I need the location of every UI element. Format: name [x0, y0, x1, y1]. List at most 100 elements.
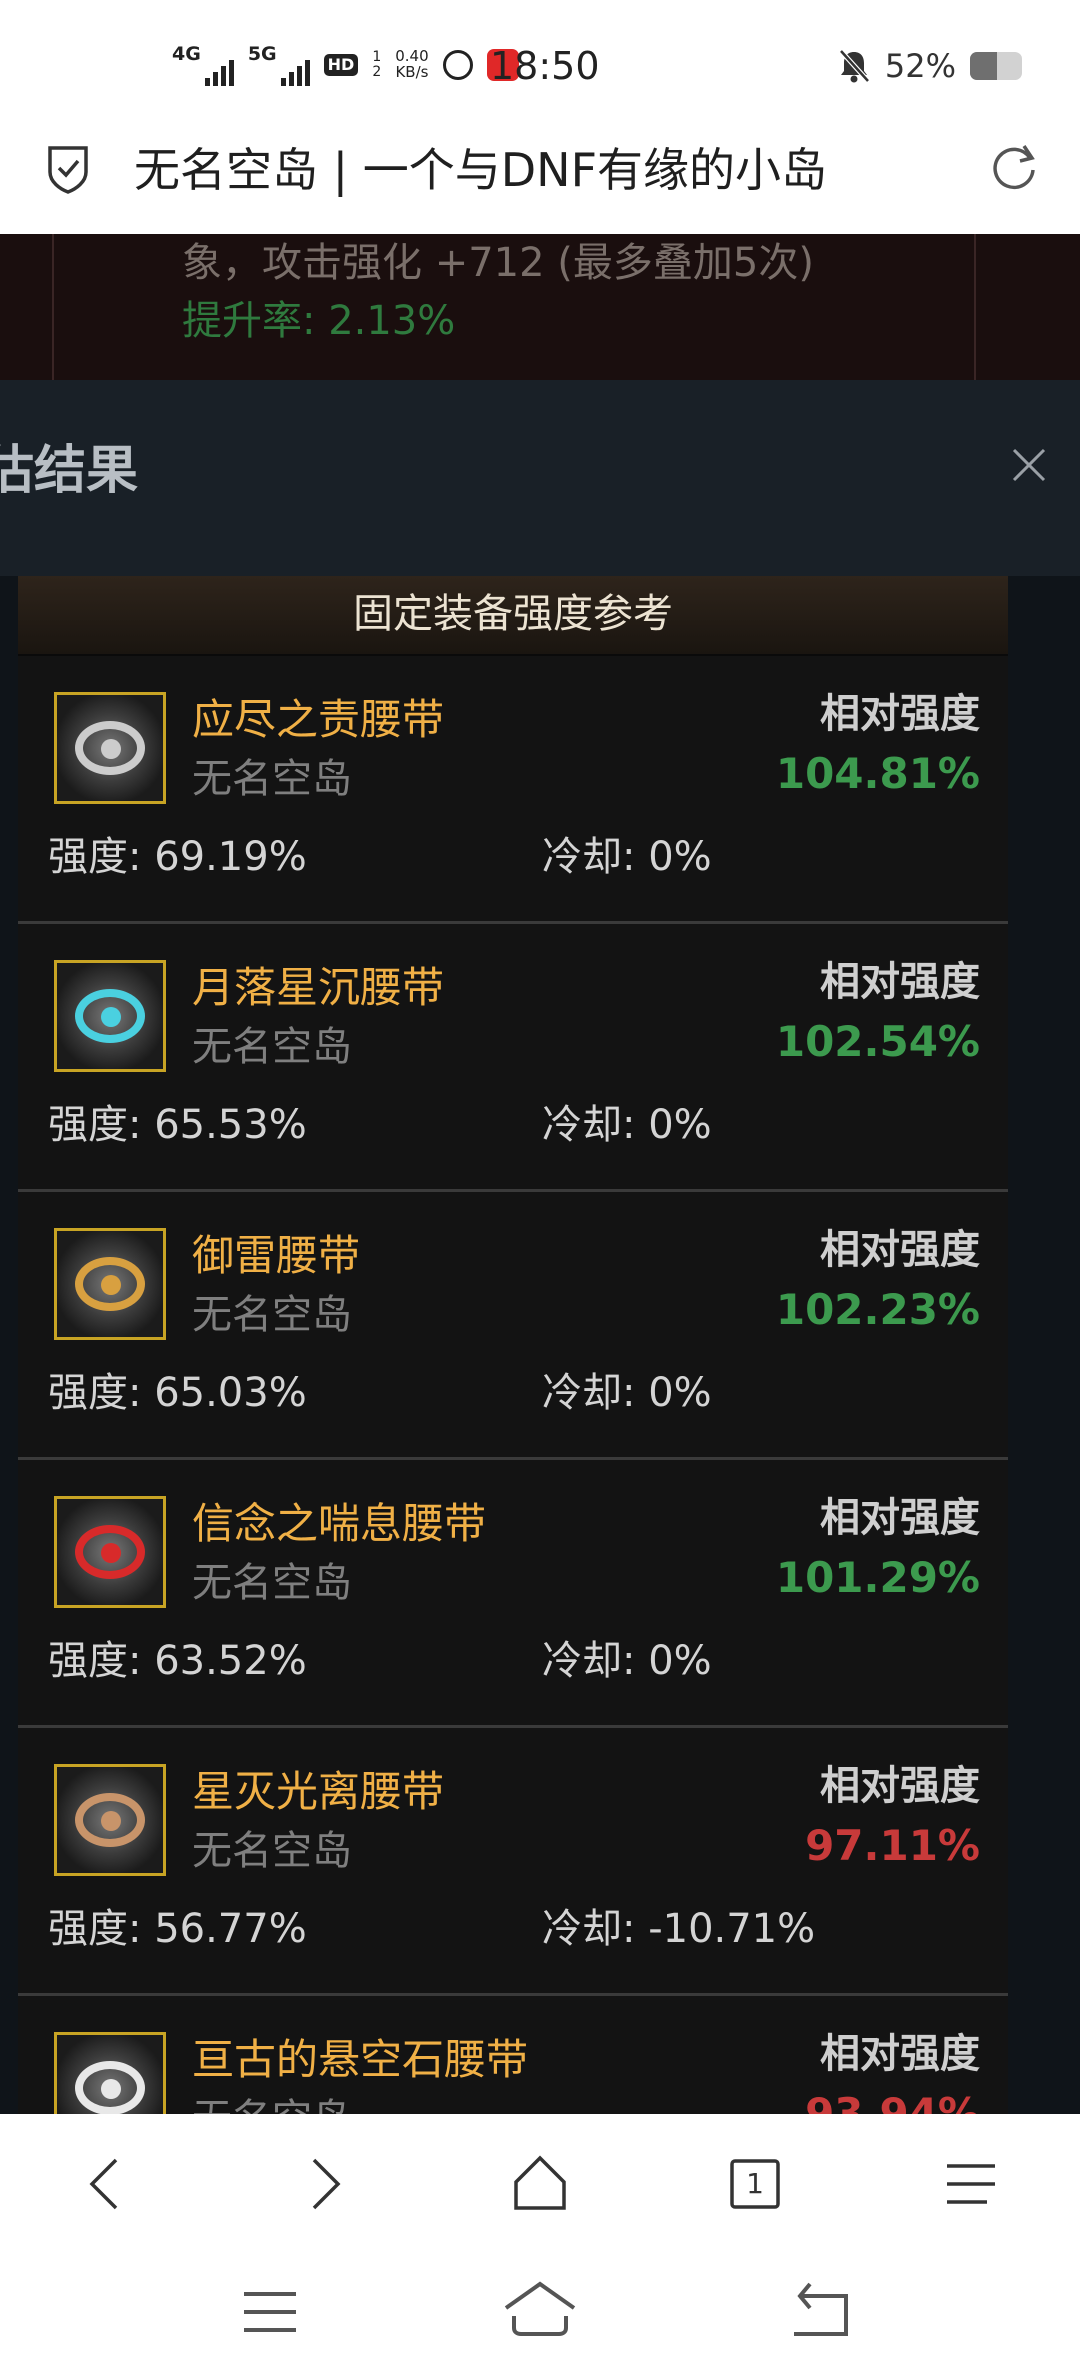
- relative-strength-value: 102.23%: [775, 1285, 980, 1334]
- item-name: 月落星沉腰带: [192, 963, 445, 1012]
- close-icon[interactable]: [1010, 446, 1048, 484]
- item-row[interactable]: 月落星沉腰带 无名空岛 相对强度 102.54% 强度: 65.53% 冷却: 0%: [18, 924, 1008, 1192]
- hd-sim2: 2: [372, 64, 382, 80]
- shield-check-icon[interactable]: [46, 142, 90, 196]
- home-icon: [514, 2155, 566, 2210]
- item-source: 无名空岛: [192, 1828, 352, 1874]
- network-speed: 0.40 KB/s: [395, 48, 429, 81]
- item-source: 无名空岛: [192, 756, 352, 802]
- nav-home-icon: [504, 2281, 576, 2336]
- item-row[interactable]: 亘古的悬空石腰带无名空岛 相对强度 93.94%: [18, 1996, 1008, 2114]
- panel-header: 固定装备强度参考: [18, 576, 1008, 656]
- item-strength: 强度: 63.52%: [48, 1638, 307, 1684]
- signal-4g: 4G: [172, 42, 234, 86]
- item-cooldown: 冷却: 0%: [542, 1370, 712, 1416]
- app-notification-icon: [442, 50, 473, 80]
- status-right-group: 52%: [837, 42, 1022, 90]
- item-source: 无名空岛: [192, 2092, 352, 2114]
- signal-bars-icon: [204, 58, 234, 86]
- belt-gem-shape: [101, 1543, 121, 1563]
- forward-icon: [312, 2158, 341, 2210]
- background-item-panel: 象，攻击强化 +712 (最多叠加5次) 提升率: 2.13%: [0, 234, 1080, 380]
- item-source: 无名空岛: [192, 1292, 352, 1338]
- belt-item-icon: [54, 1764, 166, 1876]
- system-home-button[interactable]: [490, 2272, 590, 2352]
- relative-strength-value: 93.94%: [805, 2089, 980, 2114]
- belt-gem-shape: [101, 739, 121, 759]
- network-5g-label: 5G: [247, 42, 277, 65]
- relative-strength-label: 相对强度: [820, 1495, 980, 1541]
- item-strength: 强度: 65.03%: [48, 1370, 307, 1416]
- item-cooldown: 冷却: 0%: [542, 834, 712, 880]
- item-name: 应尽之责腰带: [192, 695, 445, 744]
- belt-gem-shape: [101, 1275, 121, 1295]
- belt-item-icon: [54, 1228, 166, 1340]
- status-time: 18:50: [490, 44, 600, 88]
- evaluation-modal: 估结果 固定装备强度参考 应尽之责腰带 无名空岛 相对强度 104.81% 强度: 69…: [0, 380, 1080, 2114]
- item-strength: 强度: 56.77%: [48, 1906, 307, 1952]
- item-row[interactable]: 应尽之责腰带 无名空岛 相对强度 104.81% 强度: 69.19% 冷却: 0%: [18, 656, 1008, 924]
- back-button[interactable]: [68, 2144, 148, 2224]
- signal-bars-icon: [280, 58, 310, 86]
- belt-item-icon: [54, 692, 166, 804]
- nav-back-icon: [794, 2282, 848, 2336]
- page-content: 象，攻击强化 +712 (最多叠加5次) 提升率: 2.13% 估结果 固定装备…: [0, 234, 1080, 2114]
- background-description: 象，攻击强化 +712 (最多叠加5次): [182, 240, 814, 286]
- forward-button[interactable]: [282, 2144, 362, 2224]
- item-source: 无名空岛: [192, 1024, 352, 1070]
- modal-title: 估结果: [0, 441, 139, 501]
- relative-strength-value: 97.11%: [805, 1821, 980, 1870]
- item-strength: 强度: 65.53%: [48, 1102, 307, 1148]
- signal-5g: 5G: [247, 42, 310, 86]
- hd-sim-numbers: 1 2: [372, 50, 381, 79]
- home-button[interactable]: [500, 2144, 580, 2224]
- battery-percent: 52%: [884, 47, 956, 85]
- relative-strength-label: 相对强度: [820, 1227, 980, 1273]
- network-4g-label: 4G: [172, 42, 201, 65]
- tabs-button[interactable]: 1: [715, 2144, 795, 2224]
- item-name: 御雷腰带: [192, 1231, 361, 1280]
- relative-strength-value: 102.54%: [775, 1017, 980, 1066]
- hd-sim1: 1: [372, 49, 382, 66]
- item-source: 无名空岛: [192, 1560, 352, 1606]
- item-cooldown: 冷却: -10.71%: [542, 1906, 816, 1952]
- background-increase-rate: 提升率: 2.13%: [182, 298, 456, 344]
- item-name: 星灭光离腰带: [192, 1767, 445, 1816]
- system-back-button[interactable]: [770, 2272, 870, 2352]
- item-row[interactable]: 星灭光离腰带 无名空岛 相对强度 97.11% 强度: 56.77% 冷却: -10.71…: [18, 1728, 1008, 1996]
- belt-gem-shape: [101, 1811, 121, 1831]
- relative-strength-value: 101.29%: [775, 1553, 980, 1602]
- item-cooldown: 冷却: 0%: [542, 1102, 712, 1148]
- belt-gem-shape: [101, 2079, 121, 2099]
- item-row[interactable]: 御雷腰带无名空岛 相对强度 102.23% 强度: 65.03% 冷却: 0%: [18, 1192, 1008, 1460]
- back-icon: [89, 2158, 118, 2210]
- belt-item-icon: [54, 2032, 166, 2114]
- modal-body: 固定装备强度参考 应尽之责腰带 无名空岛 相对强度 104.81% 强度: 69.19%…: [0, 576, 1080, 2114]
- equipment-reference-panel[interactable]: 固定装备强度参考 应尽之责腰带 无名空岛 相对强度 104.81% 强度: 69.19%…: [18, 576, 1008, 2114]
- belt-item-icon: [54, 1496, 166, 1608]
- belt-item-icon: [54, 960, 166, 1072]
- page-title[interactable]: 无名空岛 | 一个与DNF有缘的小岛: [134, 138, 827, 202]
- belt-gem-shape: [101, 1007, 121, 1027]
- tab-count: 1: [746, 2167, 764, 2200]
- refresh-icon[interactable]: [984, 138, 1044, 198]
- relative-strength-label: 相对强度: [820, 2031, 980, 2077]
- system-menu-button[interactable]: [220, 2272, 320, 2352]
- system-navigation-bar: [0, 2250, 1080, 2376]
- menu-icon: [947, 2164, 995, 2204]
- address-bar[interactable]: 无名空岛 | 一个与DNF有缘的小岛: [0, 120, 1080, 234]
- relative-strength-label: 相对强度: [820, 1763, 980, 1809]
- item-row[interactable]: 信念之喘息腰带 无名空岛 相对强度 101.29% 强度: 63.52% 冷却: 0%: [18, 1460, 1008, 1728]
- bell-off-icon: [839, 49, 870, 83]
- item-list[interactable]: 应尽之责腰带 无名空岛 相对强度 104.81% 强度: 69.19% 冷却: 0% 月落星…: [18, 656, 1008, 2114]
- item-name: 信念之喘息腰带: [192, 1499, 487, 1548]
- item-strength: 强度: 69.19%: [48, 834, 307, 880]
- relative-strength-value: 104.81%: [775, 749, 980, 798]
- item-name: 亘古的悬空石腰带: [192, 2035, 529, 2084]
- relative-strength-label: 相对强度: [820, 691, 980, 737]
- menu-button[interactable]: [931, 2144, 1011, 2224]
- network-speed-unit: KB/s: [395, 63, 429, 81]
- nav-menu-icon: [244, 2292, 296, 2332]
- battery-icon: [970, 52, 1022, 80]
- battery-fill: [970, 52, 998, 80]
